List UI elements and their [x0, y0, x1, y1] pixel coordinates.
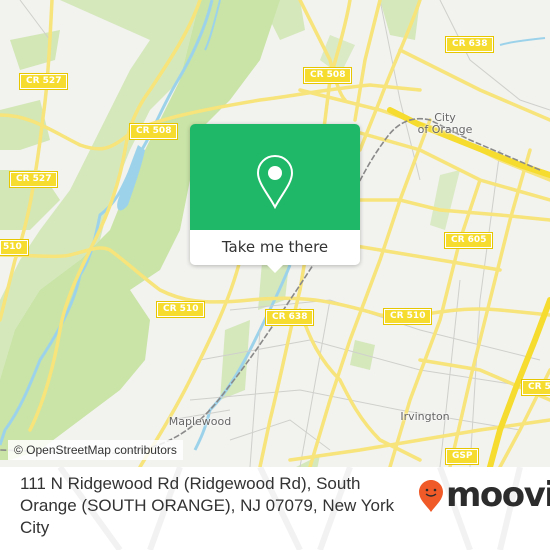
location-pin-icon — [256, 154, 294, 210]
road-shield-cr510-center: CR 510 — [155, 301, 206, 318]
road-shield-cr638-center: CR 638 — [264, 309, 315, 326]
road-shield-cr5: CR 5 — [521, 379, 550, 396]
road-shield-cr510-right: CR 510 — [382, 308, 433, 325]
road-shield-cr605: CR 605 — [443, 232, 494, 249]
road-shield-cr527-top: CR 527 — [18, 73, 69, 90]
place-irvington: Irvington — [400, 410, 450, 423]
map-attribution[interactable]: © OpenStreetMap contributors — [8, 440, 183, 460]
take-me-there-button[interactable]: Take me there — [190, 237, 360, 257]
destination-popup[interactable]: Take me there — [190, 124, 360, 273]
road-shield-cr638-top: CR 638 — [444, 36, 495, 53]
place-maplewood: Maplewood — [168, 415, 232, 428]
popup-pointer — [266, 264, 284, 273]
road-shield-cr508-top: CR 508 — [302, 67, 353, 84]
destination-address: 111 N Ridgewood Rd (Ridgewood Rd), South… — [20, 474, 395, 537]
road-shield-cr508-left: CR 508 — [128, 123, 179, 140]
road-shield-cr527-mid: CR 527 — [8, 171, 59, 188]
footer: 111 N Ridgewood Rd (Ridgewood Rd), South… — [0, 467, 550, 550]
moovit-wordmark: moovit — [446, 475, 550, 515]
road-shield-gsp: GSP — [444, 448, 480, 465]
map[interactable]: CR 527 CR 508 CR 527 510 CR 510 CR 508 C… — [0, 0, 550, 467]
moovit-logo[interactable]: moovit — [418, 475, 550, 515]
moovit-pin-icon — [419, 480, 443, 512]
road-shield-cr510-left: 510 — [0, 239, 29, 256]
place-city-of-orange: City of Orange — [417, 111, 473, 136]
